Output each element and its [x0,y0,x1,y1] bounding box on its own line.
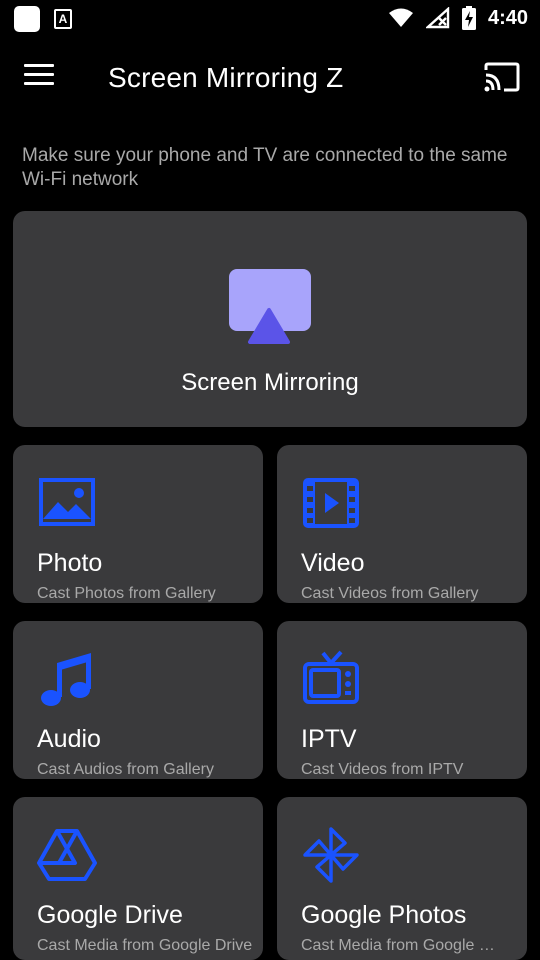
google-drive-icon [37,825,97,885]
music-note-icon [37,649,97,709]
cast-icon[interactable] [482,60,522,96]
audio-tile[interactable]: Audio Cast Audios from Gallery [13,621,263,779]
screen: A 4:40 Screen Mirroring Z Make sure your… [0,0,540,960]
iptv-tile[interactable]: IPTV Cast Videos from IPTV [277,621,527,779]
screen-mirroring-card[interactable]: Screen Mirroring [13,211,527,427]
font-notification-icon: A [54,9,72,29]
tile-title: IPTV [301,725,357,753]
video-icon [301,473,361,533]
menu-icon[interactable] [24,64,60,94]
tile-subtitle: Cast Audios from Gallery [37,761,214,778]
tile-subtitle: Cast Videos from IPTV [301,761,464,778]
photo-icon [37,473,97,533]
tile-title: Google Photos [301,901,467,929]
app-bar: Screen Mirroring Z [0,44,540,116]
screen-mirroring-label: Screen Mirroring [181,369,359,396]
tile-title: Video [301,549,365,577]
notification-app-icon [14,6,40,32]
status-bar-right: 4:40 [388,6,528,30]
google-photos-tile[interactable]: Google Photos Cast Media from Google … [277,797,527,960]
video-tile[interactable]: Video Cast Videos from Gallery [277,445,527,603]
photo-tile[interactable]: Photo Cast Photos from Gallery [13,445,263,603]
app-title: Screen Mirroring Z [108,62,344,93]
tile-subtitle: Cast Videos from Gallery [301,585,479,602]
tile-subtitle: Cast Photos from Gallery [37,585,216,602]
google-drive-tile[interactable]: Google Drive Cast Media from Google Driv… [13,797,263,960]
status-bar: A 4:40 [0,0,540,36]
tile-subtitle: Cast Media from Google … [301,937,495,954]
tile-title: Photo [37,549,103,577]
wifi-icon [388,8,414,28]
status-bar-left: A [14,6,72,32]
pinwheel-icon [301,825,361,885]
tile-title: Audio [37,725,101,753]
tile-subtitle: Cast Media from Google Drive [37,937,253,954]
no-signal-icon [425,7,450,29]
font-notification-letter: A [58,12,68,26]
wifi-hint-text: Make sure your phone and TV are connecte… [22,145,508,190]
tv-icon [301,649,361,709]
tile-title: Google Drive [37,901,183,929]
status-time: 4:40 [487,6,528,29]
battery-charging-icon [461,6,476,30]
airplay-icon [229,269,313,345]
